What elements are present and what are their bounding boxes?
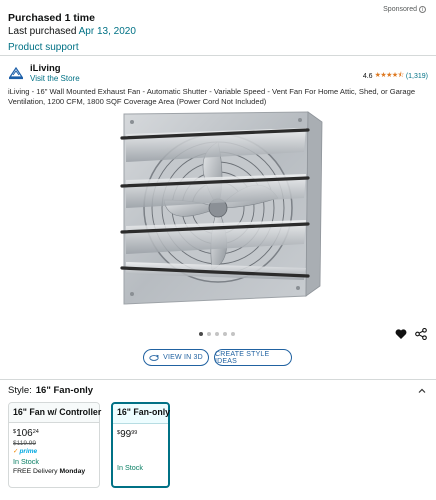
product-title: iLiving - 16" Wall Mounted Exhaust Fan -… xyxy=(8,87,416,106)
product-support-link[interactable]: Product support xyxy=(8,42,79,53)
chevron-up-icon[interactable] xyxy=(418,387,426,395)
last-purchased: Last purchased Apr 13, 2020 xyxy=(8,26,136,37)
brand-name: iLiving xyxy=(30,63,61,74)
brand-row: iLiving Visit the Store 4.6 ★★★★⯪ (1,319… xyxy=(8,63,428,83)
divider xyxy=(0,55,436,56)
create-style-ideas-button[interactable]: CREATE STYLE IDEAS xyxy=(214,349,292,366)
divider xyxy=(0,379,436,380)
sponsored-label[interactable]: Sponsored i xyxy=(383,6,426,13)
rating-summary[interactable]: 4.6 ★★★★⯪ (1,319) xyxy=(363,71,428,82)
prime-badge: ✓ prime xyxy=(13,447,38,456)
carousel-dot[interactable] xyxy=(223,332,227,336)
carousel-dot[interactable] xyxy=(215,332,219,336)
image-carousel-dots[interactable] xyxy=(199,332,235,336)
star-rating-icon: ★★★★⯪ xyxy=(374,72,405,79)
option-name: 16" Fan w/ Controller xyxy=(9,403,101,423)
info-icon: i xyxy=(419,6,426,13)
carousel-dot[interactable] xyxy=(199,332,203,336)
purchase-history: Purchased 1 time Last purchased Apr 13, … xyxy=(8,12,136,55)
style-label: Style: xyxy=(8,385,32,396)
style-selected-value: 16" Fan-only xyxy=(35,385,94,396)
option-price: $10624 xyxy=(13,428,39,439)
share-icon[interactable] xyxy=(415,328,427,340)
carousel-dot[interactable] xyxy=(231,332,235,336)
view-in-3d-button[interactable]: VIEW IN 3D xyxy=(143,349,209,366)
visit-store-link[interactable]: Visit the Store xyxy=(30,74,80,83)
list-price: $119.99 xyxy=(13,440,37,447)
rating-value: 4.6 xyxy=(362,73,373,80)
product-image[interactable] xyxy=(108,108,332,308)
rotate-3d-icon xyxy=(149,354,159,361)
carousel-dot[interactable] xyxy=(207,332,211,336)
brand-logo-icon[interactable] xyxy=(8,66,24,80)
availability: In Stock xyxy=(13,457,39,466)
heart-icon[interactable] xyxy=(395,328,407,340)
style-option-fan-with-controller[interactable]: 16" Fan w/ Controller $10624 $119.99 ✓ p… xyxy=(8,402,101,488)
prime-check-icon: ✓ xyxy=(13,448,19,455)
purchase-count: Purchased 1 time xyxy=(8,12,95,24)
style-selector[interactable]: Style: 16" Fan-only xyxy=(8,385,428,397)
option-name: 16" Fan-only xyxy=(113,404,170,424)
last-purchased-date-link[interactable]: Apr 13, 2020 xyxy=(79,26,136,37)
delivery-info: FREE Delivery Monday xyxy=(13,468,86,475)
availability: In Stock xyxy=(117,463,143,472)
option-price: $9999 xyxy=(117,429,138,440)
style-option-fan-only[interactable]: 16" Fan-only $9999 In Stock xyxy=(111,402,170,488)
review-count-link[interactable]: (1,319) xyxy=(406,73,428,80)
